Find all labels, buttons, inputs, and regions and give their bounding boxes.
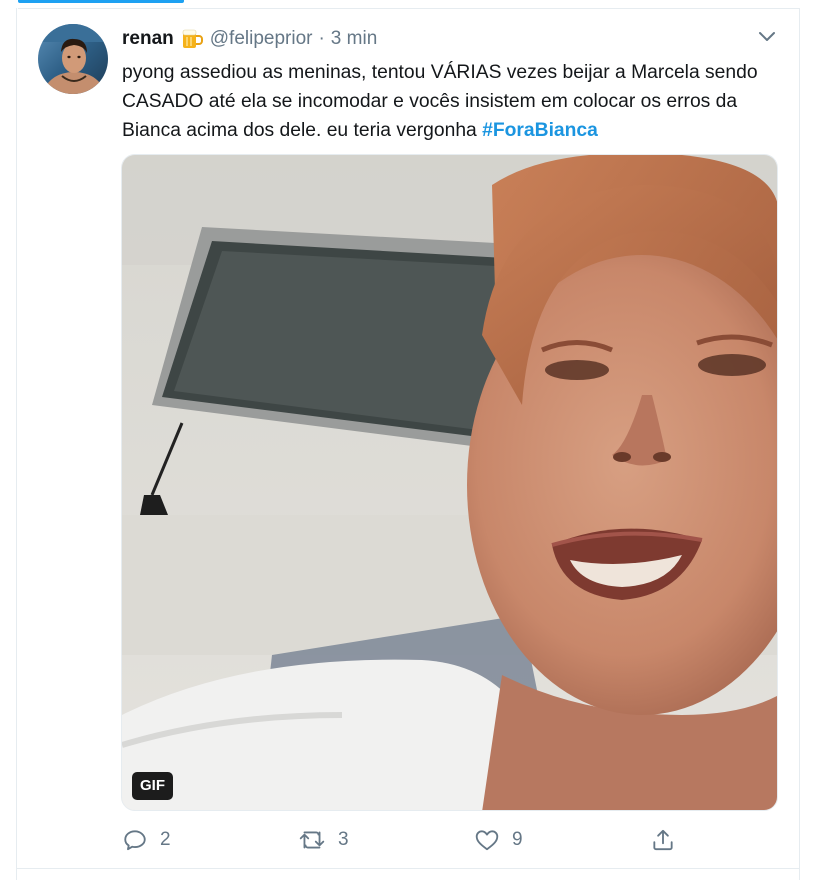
like-button[interactable]: 9 bbox=[474, 824, 523, 856]
like-count: 9 bbox=[512, 829, 523, 850]
avatar[interactable] bbox=[38, 24, 108, 94]
retweet-count: 3 bbox=[338, 829, 349, 850]
chevron-down-icon[interactable] bbox=[756, 26, 778, 46]
tweet-text-body: pyong assediou as meninas, tentou VÁRIAS… bbox=[122, 62, 758, 141]
media-gif[interactable] bbox=[121, 154, 778, 811]
separator-dot: · bbox=[318, 28, 325, 49]
beer-mug-icon bbox=[180, 28, 204, 50]
tweet-actions: 2 3 9 bbox=[122, 824, 682, 856]
hashtag-link[interactable]: #ForaBianca bbox=[482, 120, 598, 141]
tweet-header: renan @felipeprior · 3 min bbox=[122, 26, 377, 52]
user-handle[interactable]: @felipeprior bbox=[210, 28, 313, 50]
tweet-text: pyong assediou as meninas, tentou VÁRIAS… bbox=[122, 58, 792, 145]
like-icon bbox=[474, 827, 500, 853]
divider bbox=[16, 868, 800, 869]
timestamp[interactable]: 3 min bbox=[331, 28, 377, 50]
retweet-button[interactable]: 3 bbox=[298, 824, 349, 856]
reply-icon bbox=[122, 827, 148, 853]
share-icon bbox=[650, 827, 676, 853]
active-tab-indicator bbox=[18, 0, 184, 3]
reply-count: 2 bbox=[160, 829, 171, 850]
gif-badge: GIF bbox=[132, 772, 173, 800]
display-name[interactable]: renan bbox=[122, 28, 174, 50]
share-button[interactable] bbox=[650, 824, 676, 856]
retweet-icon bbox=[298, 827, 326, 853]
reply-button[interactable]: 2 bbox=[122, 824, 171, 856]
